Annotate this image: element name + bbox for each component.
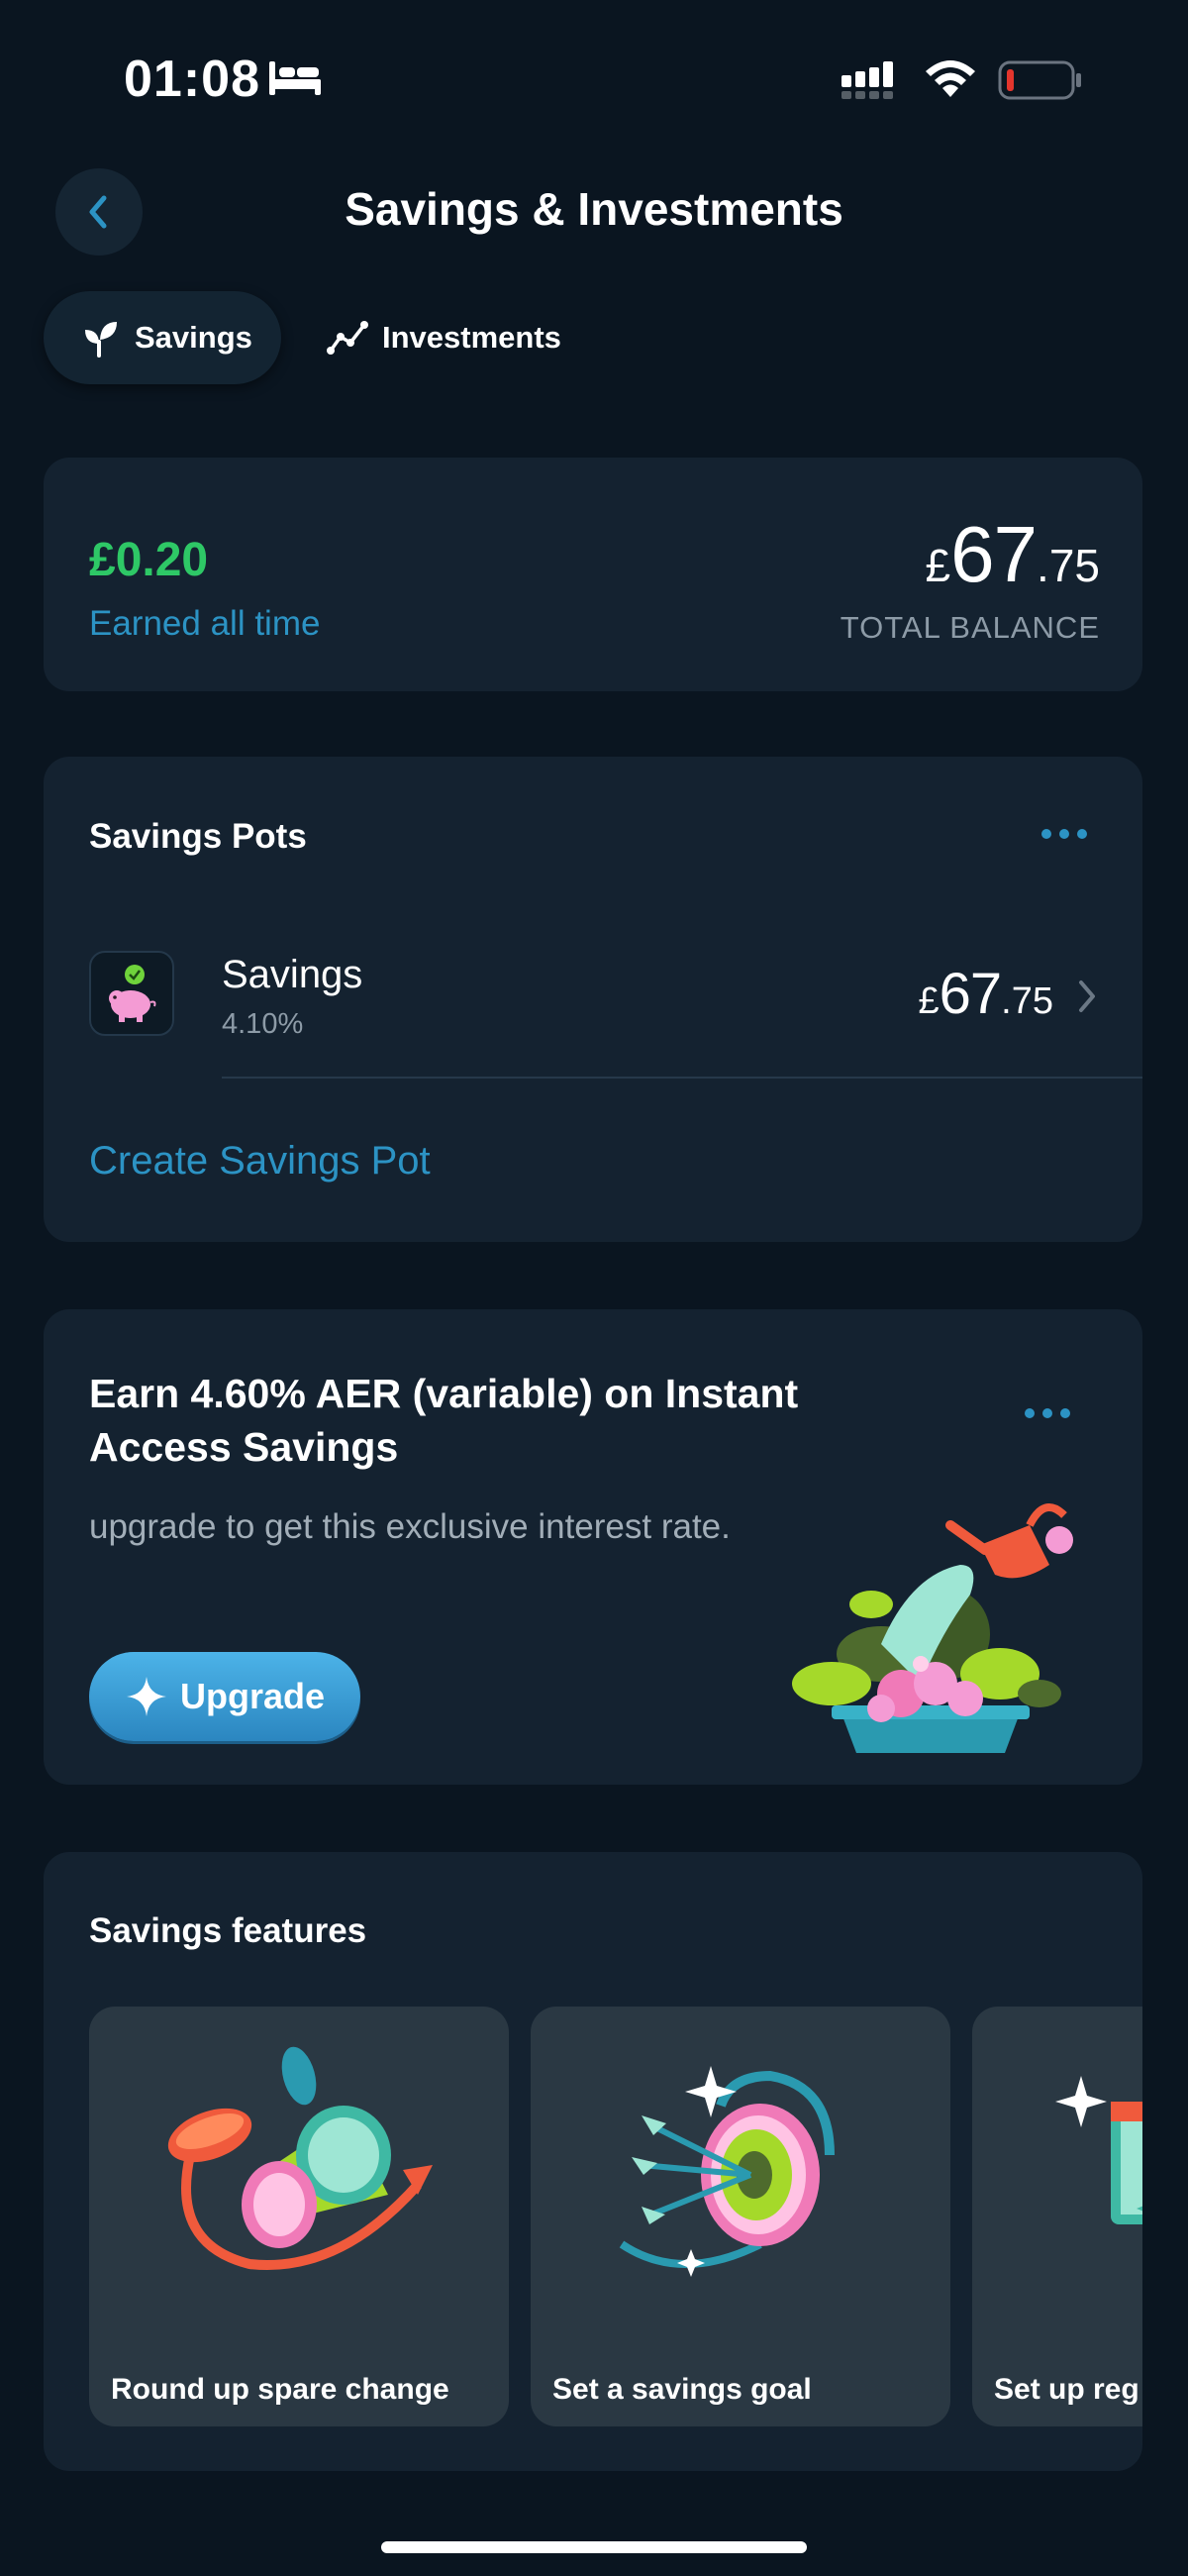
more-options-icon[interactable]	[1041, 829, 1087, 839]
savings-pots-title: Savings Pots	[89, 817, 307, 856]
bed-icon	[269, 61, 321, 95]
pot-amount-decimal: .75	[1001, 980, 1053, 1022]
chevron-right-icon[interactable]	[1074, 977, 1100, 1016]
earned-amount: £0.20	[89, 534, 209, 586]
currency-symbol: £	[918, 980, 940, 1022]
total-balance-label: TOTAL BALANCE	[840, 610, 1100, 645]
home-indicator[interactable]	[381, 2541, 807, 2553]
total-balance-amount: £ 67 .75	[925, 509, 1100, 600]
status-time: 01:08	[124, 51, 260, 108]
features-carousel[interactable]: Round up spare change Set a savings goal…	[89, 2007, 1142, 2426]
promo-description: upgrade to get this exclusive interest r…	[89, 1507, 731, 1546]
total-balance-integer: 67	[950, 510, 1038, 598]
target-darts-illustration	[619, 2066, 835, 2277]
feature-label: Set up reg	[994, 2373, 1139, 2406]
earned-label: Earned all time	[89, 604, 321, 643]
upgrade-button-label: Upgrade	[179, 1676, 326, 1716]
more-options-icon[interactable]	[1025, 1408, 1070, 1418]
tab-investments-label: Investments	[382, 320, 561, 355]
promo-title: Earn 4.60% AER (variable) on Instant Acc…	[89, 1371, 799, 1470]
pot-rate: 4.10%	[222, 1008, 304, 1040]
savings-features-title: Savings features	[89, 1911, 367, 1950]
currency-symbol: £	[925, 540, 951, 591]
sprout-icon	[85, 322, 117, 358]
coins-arrow-illustration	[167, 2046, 433, 2270]
create-savings-pot-link[interactable]: Create Savings Pot	[89, 1139, 431, 1184]
wifi-icon	[926, 60, 975, 97]
pot-amount: £ 67 .75	[919, 961, 1053, 1027]
tab-savings-label: Savings	[135, 320, 252, 355]
feature-tile-savings-goal[interactable]: Set a savings goal	[531, 2007, 950, 2426]
battery-low-icon	[998, 60, 1081, 100]
plant-watering-illustration	[792, 1503, 1073, 1753]
tab-investments[interactable]: Investments	[327, 291, 561, 384]
divider	[222, 1077, 1142, 1079]
pot-amount-integer: 67	[939, 962, 1003, 1026]
piggy-bank-icon	[89, 951, 174, 1036]
sparkle-icon	[126, 1677, 166, 1716]
calendar-illustration	[1055, 2076, 1142, 2224]
tab-savings[interactable]: Savings	[44, 291, 281, 384]
cellular-signal-icon	[842, 61, 893, 99]
pot-name[interactable]: Savings	[222, 953, 362, 997]
feature-label: Set a savings goal	[552, 2373, 812, 2406]
chart-line-icon	[327, 321, 368, 355]
page-title: Savings & Investments	[345, 183, 843, 235]
total-balance-decimal: .75	[1037, 540, 1100, 591]
feature-tile-round-up[interactable]: Round up spare change	[89, 2007, 509, 2426]
feature-label: Round up spare change	[111, 2373, 449, 2406]
upgrade-button[interactable]: Upgrade	[89, 1652, 360, 1741]
feature-tile-regular-savings[interactable]: Set up reg	[972, 2007, 1142, 2426]
